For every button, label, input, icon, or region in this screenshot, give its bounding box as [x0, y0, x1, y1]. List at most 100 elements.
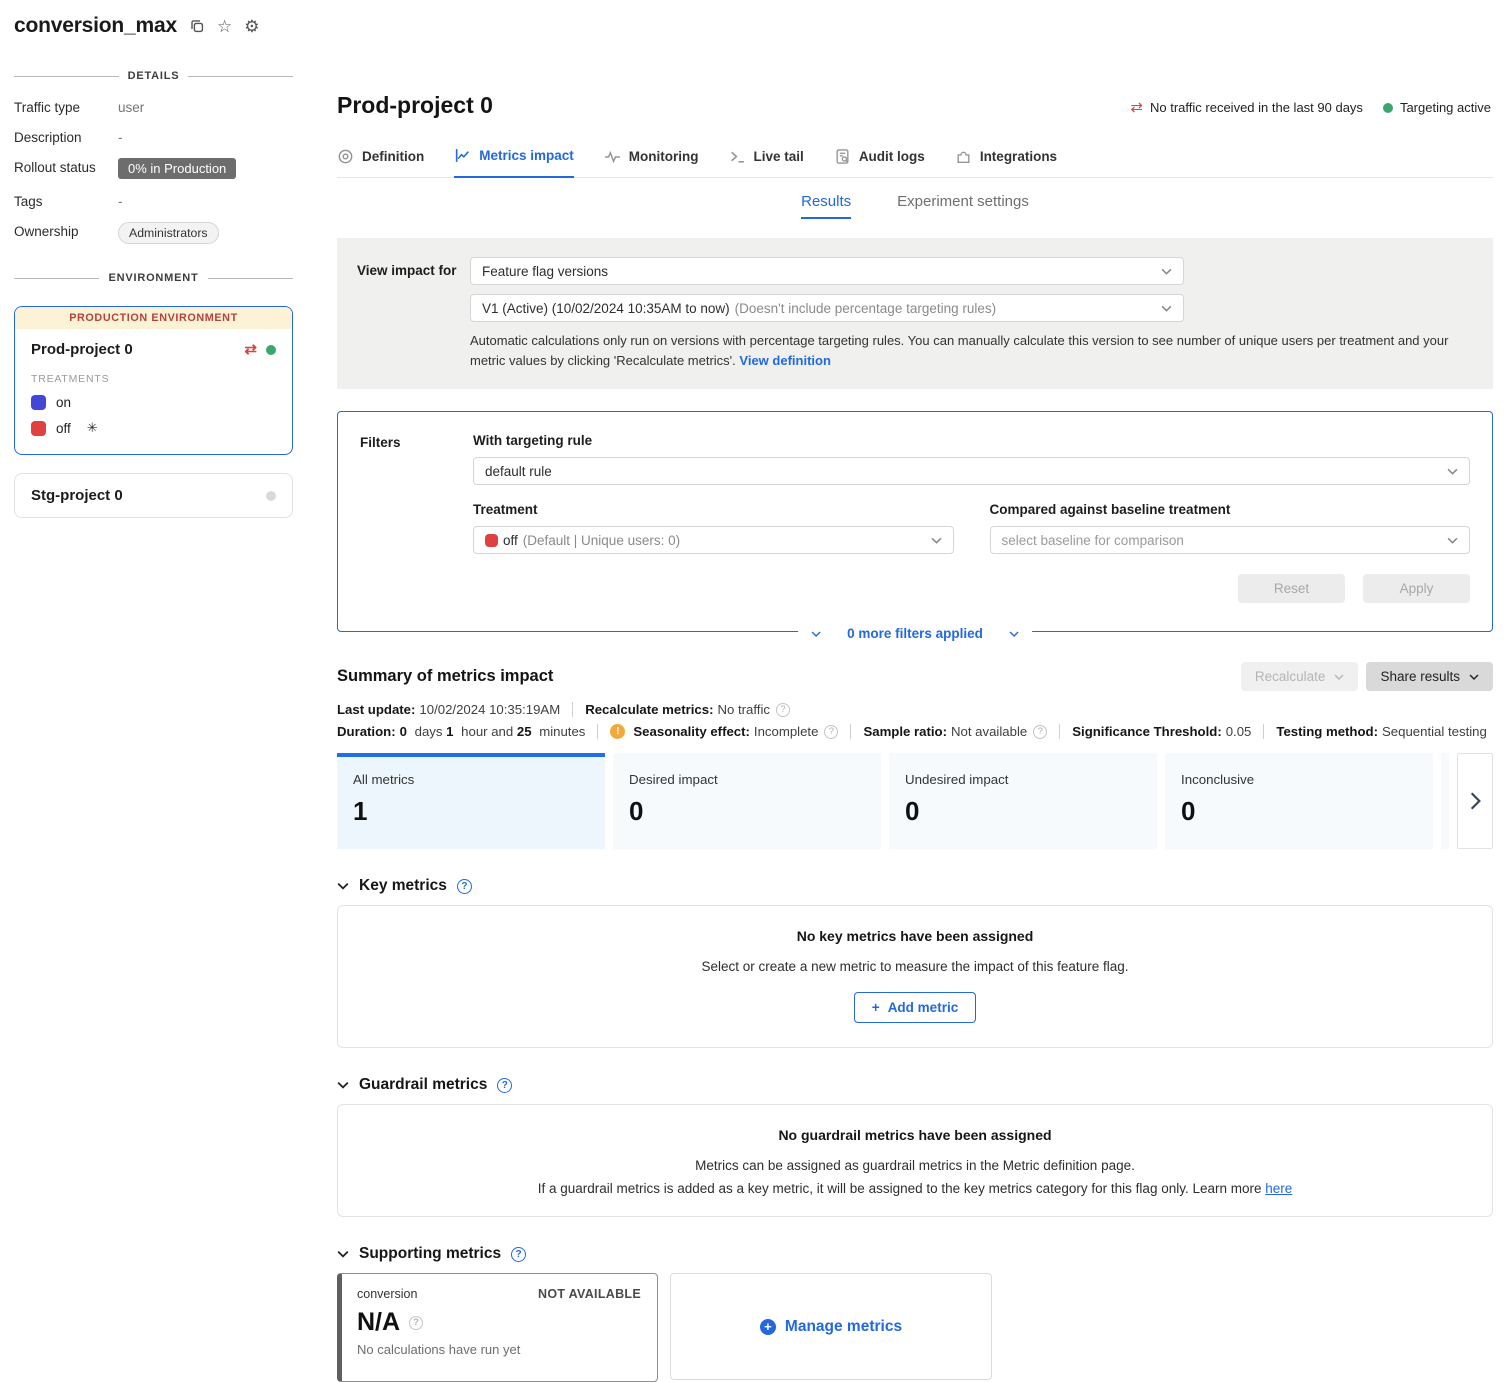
targeting-rule-select[interactable]: default rule: [473, 457, 1470, 485]
help-icon[interactable]: ?: [457, 879, 472, 894]
treatment-label: Treatment: [473, 502, 954, 517]
info-icon[interactable]: ?: [1033, 725, 1047, 739]
environment-card-staging[interactable]: Stg-project 0: [14, 473, 293, 518]
subtab-results[interactable]: Results: [801, 193, 851, 219]
targeting-active-dot: [1383, 103, 1393, 113]
view-impact-label: View impact for: [357, 257, 470, 371]
detail-row-ownership: Ownership Administrators: [14, 222, 293, 244]
version-select[interactable]: V1 (Active) (10/02/2024 10:35AM to now) …: [470, 294, 1184, 322]
tab-monitoring[interactable]: Monitoring: [604, 147, 699, 177]
gear-icon[interactable]: ⚙: [244, 18, 259, 35]
details-divider: DETAILS: [14, 70, 293, 82]
more-filters-toggle[interactable]: 0 more filters applied: [798, 626, 1032, 641]
share-results-button[interactable]: Share results: [1366, 662, 1493, 691]
chevron-down-icon: [1161, 305, 1172, 312]
tab-live-tail[interactable]: Live tail: [729, 147, 804, 177]
card-desired-impact[interactable]: Desired impact 0: [613, 753, 881, 849]
add-metric-button[interactable]: + Add metric: [854, 992, 976, 1023]
summary-meta-line-2: Duration: 0 days 1 hour and 25 minutes !…: [337, 724, 1493, 739]
environment-divider: ENVIRONMENT: [14, 272, 293, 284]
copy-icon[interactable]: [189, 18, 205, 34]
treatments-label: TREATMENTS: [31, 373, 276, 385]
supporting-metrics-header: Supporting metrics ?: [337, 1245, 1493, 1263]
tab-metrics-impact[interactable]: Metrics impact: [454, 147, 574, 178]
version-helper-text: Automatic calculations only run on versi…: [470, 331, 1473, 371]
treatment-on-swatch: [31, 395, 46, 410]
chevron-down-icon: [1447, 537, 1458, 544]
plus-icon: +: [872, 1000, 880, 1015]
apply-button[interactable]: Apply: [1363, 574, 1470, 603]
no-traffic-icon: ⇄: [244, 342, 257, 357]
cards-next-button[interactable]: [1457, 753, 1493, 849]
baseline-select[interactable]: select baseline for comparison: [990, 526, 1471, 554]
sidebar: conversion_max ☆ ⚙ DETAILS Traffic type …: [0, 0, 315, 1258]
card-inconclusive[interactable]: Inconclusive 0: [1165, 753, 1433, 849]
chevron-down-icon: [1161, 268, 1172, 275]
chevron-down-icon: [811, 631, 821, 637]
card-undesired-impact[interactable]: Undesired impact 0: [889, 753, 1157, 849]
app-root: conversion_max ☆ ⚙ DETAILS Traffic type …: [0, 0, 1510, 1258]
treatment-off-swatch: [485, 534, 498, 547]
treatment-row-on: on: [31, 395, 276, 410]
info-icon[interactable]: ?: [824, 725, 838, 739]
reset-button[interactable]: Reset: [1238, 574, 1345, 603]
details-title: DETAILS: [128, 70, 180, 82]
summary-meta-line-1: Last update: 10/02/2024 10:35:19AM Recal…: [337, 702, 1493, 717]
card-all-metrics[interactable]: All metrics 1: [337, 753, 605, 849]
tab-bar: Definition Metrics impact Monitoring Liv…: [337, 147, 1493, 178]
environment-card-production[interactable]: PRODUCTION ENVIRONMENT Prod-project 0 ⇄ …: [14, 306, 293, 455]
help-icon[interactable]: ?: [497, 1078, 512, 1093]
treatment-select[interactable]: off (Default | Unique users: 0): [473, 526, 954, 554]
version-type-select[interactable]: Feature flag versions: [470, 257, 1184, 285]
metric-name: conversion: [357, 1287, 417, 1301]
guardrail-line2: If a guardrail metrics is added as a key…: [358, 1181, 1472, 1196]
view-impact-panel: View impact for Feature flag versions V1…: [337, 238, 1493, 389]
metric-card-conversion[interactable]: conversion NOT AVAILABLE N/A ? No calcul…: [337, 1273, 658, 1382]
targeting-rule-label: With targeting rule: [473, 433, 1470, 448]
metric-status: NOT AVAILABLE: [538, 1287, 641, 1301]
summary-title: Summary of metrics impact: [337, 667, 553, 686]
collapse-chevron-icon[interactable]: [337, 882, 349, 890]
staging-env-name: Stg-project 0: [31, 487, 123, 504]
view-definition-link[interactable]: View definition: [739, 353, 831, 368]
production-banner: PRODUCTION ENVIRONMENT: [15, 307, 292, 329]
key-metrics-header: Key metrics ?: [337, 877, 1493, 895]
production-env-name: Prod-project 0: [31, 341, 133, 358]
main-content: ⇄ No traffic received in the last 90 day…: [315, 0, 1510, 1258]
chevron-down-icon: [1334, 674, 1344, 680]
subtab-experiment-settings[interactable]: Experiment settings: [897, 193, 1029, 219]
tab-integrations[interactable]: Integrations: [955, 147, 1057, 177]
help-icon[interactable]: ?: [511, 1247, 526, 1262]
terminal-icon: [729, 148, 746, 165]
recalculate-button[interactable]: Recalculate: [1241, 662, 1359, 691]
baseline-label: Compared against baseline treatment: [990, 502, 1471, 517]
treatment-row-off: off ✳: [31, 420, 276, 436]
ownership-pill[interactable]: Administrators: [118, 222, 219, 244]
filters-panel: Filters With targeting rule default rule…: [337, 411, 1493, 632]
chevron-down-icon: [931, 537, 942, 544]
active-status-dot: [266, 345, 276, 355]
treatment-off-swatch: [31, 421, 46, 436]
no-traffic-icon: ⇄: [1130, 100, 1143, 115]
puzzle-icon: [955, 148, 972, 165]
inactive-status-dot: [266, 491, 276, 501]
line-chart-icon: [454, 147, 471, 164]
info-icon[interactable]: ?: [409, 1316, 423, 1330]
collapse-chevron-icon[interactable]: [337, 1250, 349, 1258]
collapse-chevron-icon[interactable]: [337, 1081, 349, 1089]
traffic-status: ⇄ No traffic received in the last 90 day…: [1130, 100, 1363, 115]
learn-more-link[interactable]: here: [1265, 1181, 1292, 1196]
info-icon[interactable]: ?: [776, 703, 790, 717]
supporting-metrics-row: conversion NOT AVAILABLE N/A ? No calcul…: [337, 1273, 1493, 1382]
chevron-right-icon: [1470, 792, 1481, 810]
star-icon[interactable]: ☆: [217, 18, 232, 35]
detail-row-rollout-status: Rollout status 0% in Production: [14, 158, 293, 179]
details-rows: Traffic type user Description - Rollout …: [14, 98, 293, 244]
tab-definition[interactable]: Definition: [337, 147, 424, 177]
flag-name: conversion_max: [14, 14, 177, 38]
target-icon: [337, 148, 354, 165]
manage-metrics-button[interactable]: + Manage metrics: [670, 1273, 992, 1380]
tab-audit-logs[interactable]: Audit logs: [834, 147, 925, 177]
rollout-status-badge: 0% in Production: [118, 158, 236, 179]
environment-title: ENVIRONMENT: [108, 272, 198, 284]
